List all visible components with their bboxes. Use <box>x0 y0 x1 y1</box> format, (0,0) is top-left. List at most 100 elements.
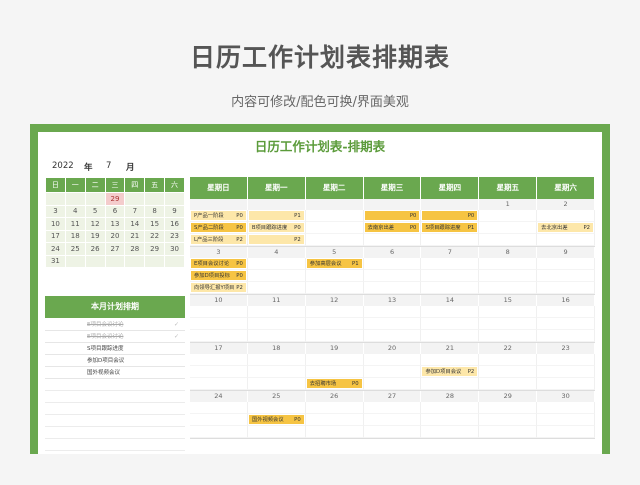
calendar-cell[interactable] <box>537 414 596 426</box>
calendar-cell[interactable] <box>479 330 538 342</box>
calendar-cell[interactable] <box>479 426 538 438</box>
event-chip[interactable]: 去招聘市场 P0 <box>306 379 362 388</box>
calendar-cell[interactable] <box>537 258 596 270</box>
mini-day-cell[interactable] <box>104 254 126 268</box>
calendar-cell[interactable]: P0 <box>363 210 422 222</box>
mini-day-cell[interactable]: 4 <box>64 204 86 218</box>
calendar-cell[interactable] <box>421 354 480 366</box>
mini-day-cell[interactable]: 11 <box>64 217 86 231</box>
calendar-cell[interactable]: S产品二阶段 P0 <box>190 222 248 234</box>
mini-day-cell[interactable]: 14 <box>124 217 146 231</box>
calendar-cell[interactable] <box>363 414 422 426</box>
calendar-cell[interactable] <box>537 318 596 330</box>
calendar-cell[interactable]: 参加高层会议 P1 <box>305 258 364 270</box>
mini-day-cell[interactable] <box>124 254 146 268</box>
calendar-cell[interactable]: P0 <box>421 210 480 222</box>
calendar-cell[interactable] <box>537 402 596 414</box>
calendar-cell[interactable] <box>421 234 480 246</box>
calendar-cell[interactable]: 国外视频会议 P0 <box>247 414 306 426</box>
mini-day-cell[interactable]: 23 <box>164 229 185 243</box>
mini-day-cell[interactable]: 30 <box>164 242 185 256</box>
calendar-cell[interactable] <box>421 282 480 294</box>
mini-day-cell[interactable] <box>144 192 166 206</box>
plan-item[interactable]: 参加D项目会议 <box>45 355 185 367</box>
event-chip[interactable]: S项目跟踪进度 P1 <box>422 223 478 232</box>
calendar-cell[interactable] <box>421 258 480 270</box>
mini-day-cell[interactable]: 29 <box>104 192 126 206</box>
calendar-cell[interactable] <box>305 270 364 282</box>
mini-day-cell[interactable]: 29 <box>144 242 166 256</box>
calendar-cell[interactable]: 去北京出差 P2 <box>537 222 596 234</box>
calendar-cell[interactable] <box>305 210 364 222</box>
calendar-cell[interactable]: S项目跟踪进度 P1 <box>421 222 480 234</box>
mini-day-cell[interactable] <box>84 192 106 206</box>
event-chip[interactable]: P2 <box>248 235 304 244</box>
calendar-cell[interactable] <box>247 258 306 270</box>
calendar-cell[interactable] <box>479 378 538 390</box>
calendar-cell[interactable] <box>363 366 422 378</box>
calendar-cell[interactable] <box>190 330 248 342</box>
mini-day-cell[interactable]: 24 <box>45 242 66 256</box>
event-chip[interactable]: 去北京出差 P2 <box>538 223 594 232</box>
calendar-cell[interactable] <box>305 234 364 246</box>
calendar-cell[interactable] <box>479 366 538 378</box>
plan-item[interactable]: S项目跟踪进度 <box>45 343 185 355</box>
mini-day-cell[interactable]: 15 <box>144 217 166 231</box>
calendar-cell[interactable] <box>479 270 538 282</box>
calendar-cell[interactable] <box>190 402 248 414</box>
calendar-cell[interactable] <box>363 402 422 414</box>
event-chip[interactable]: P产品一阶段 P0 <box>191 211 246 220</box>
calendar-cell[interactable] <box>247 378 306 390</box>
calendar-cell[interactable]: 去招聘市场 P0 <box>305 378 364 390</box>
mini-day-cell[interactable]: 22 <box>144 229 166 243</box>
calendar-cell[interactable] <box>479 222 538 234</box>
mini-day-cell[interactable]: 12 <box>84 217 106 231</box>
mini-day-cell[interactable]: 25 <box>64 242 86 256</box>
mini-day-cell[interactable]: 19 <box>84 229 106 243</box>
calendar-cell[interactable]: P2 <box>247 234 306 246</box>
mini-day-cell[interactable] <box>144 254 166 268</box>
mini-day-cell[interactable] <box>45 192 66 206</box>
calendar-cell[interactable] <box>479 210 538 222</box>
calendar-cell[interactable] <box>363 354 422 366</box>
calendar-cell[interactable] <box>479 258 538 270</box>
calendar-cell[interactable] <box>247 402 306 414</box>
calendar-cell[interactable]: 参加D项目投标 P0 <box>190 270 248 282</box>
mini-day-cell[interactable] <box>124 192 146 206</box>
mini-day-cell[interactable]: 31 <box>45 254 66 268</box>
calendar-cell[interactable] <box>479 414 538 426</box>
plan-item[interactable]: E项目会议讨论 ✓ <box>45 319 185 331</box>
calendar-cell[interactable] <box>363 426 422 438</box>
calendar-cell[interactable] <box>479 234 538 246</box>
calendar-cell[interactable]: 去南京出差 P0 <box>363 222 422 234</box>
year-value[interactable]: 2022 <box>52 161 74 171</box>
calendar-cell[interactable] <box>247 306 306 318</box>
calendar-cell[interactable]: 参加D项目会议 P2 <box>421 366 480 378</box>
calendar-cell[interactable] <box>537 210 596 222</box>
calendar-cell[interactable] <box>363 258 422 270</box>
mini-day-cell[interactable]: 18 <box>64 229 86 243</box>
event-chip[interactable]: 向领导汇报Y项目 P2 <box>191 283 246 292</box>
event-chip[interactable]: 去南京出差 P0 <box>364 223 420 232</box>
mini-day-cell[interactable] <box>164 254 185 268</box>
calendar-cell[interactable] <box>479 354 538 366</box>
calendar-cell[interactable] <box>537 234 596 246</box>
calendar-cell[interactable] <box>363 234 422 246</box>
mini-day-cell[interactable]: 28 <box>124 242 146 256</box>
calendar-cell[interactable] <box>421 270 480 282</box>
mini-day-cell[interactable]: 13 <box>104 217 126 231</box>
calendar-cell[interactable] <box>247 426 306 438</box>
event-chip[interactable]: E项目会议讨论 P0 <box>191 259 246 268</box>
event-chip[interactable]: P0 <box>422 211 478 220</box>
calendar-cell[interactable] <box>537 270 596 282</box>
calendar-cell[interactable] <box>363 306 422 318</box>
calendar-cell[interactable] <box>247 354 306 366</box>
calendar-cell[interactable] <box>305 282 364 294</box>
calendar-cell[interactable] <box>537 378 596 390</box>
calendar-cell[interactable] <box>363 270 422 282</box>
calendar-cell[interactable] <box>305 426 364 438</box>
mini-day-cell[interactable]: 6 <box>104 204 126 218</box>
calendar-cell[interactable] <box>537 354 596 366</box>
calendar-cell[interactable] <box>190 306 248 318</box>
event-chip[interactable]: 参加D项目会议 P2 <box>422 367 478 376</box>
